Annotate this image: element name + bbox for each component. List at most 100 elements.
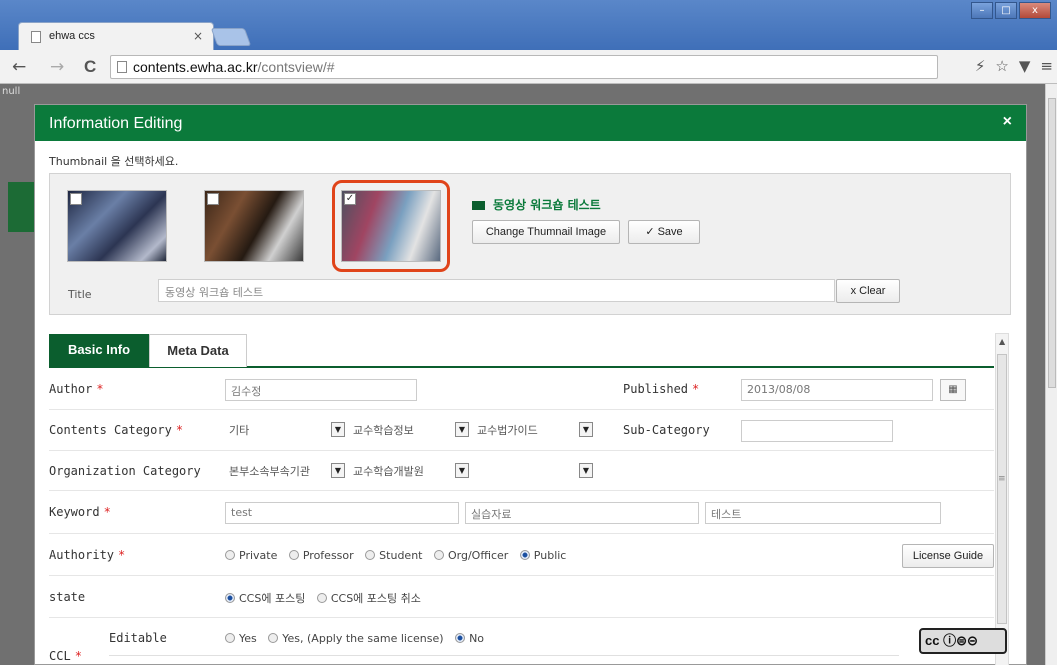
keyword-input-2[interactable]: 실습자료 [465, 502, 699, 524]
tab-close-icon[interactable]: × [193, 29, 203, 43]
calendar-icon[interactable]: ▦ [940, 379, 966, 401]
dialog-header: Information Editing × [35, 105, 1026, 141]
keyword-row: Keyword * test 실습자료 테스트 [49, 491, 994, 534]
thumbnail-2[interactable] [204, 190, 304, 262]
page-scroll-thumb[interactable] [1048, 98, 1056, 388]
contents-category-row: Contents Category * 기타 ▼ 교수학습정보 ▼ 교수법가이드 ▼ S… [49, 410, 994, 451]
scroll-up-icon[interactable]: ▲ [999, 337, 1005, 346]
clear-label: Clear [859, 285, 886, 297]
background-panel [8, 182, 36, 232]
save-label: Save [657, 226, 683, 238]
tab-title: ehwa ccs [49, 30, 95, 42]
back-icon[interactable]: ← [12, 57, 26, 77]
chevron-down-icon: ▼ [579, 463, 593, 478]
thumbnail-checkbox[interactable] [207, 193, 219, 205]
save-button[interactable]: ✓ Save [628, 220, 700, 244]
new-tab-button[interactable] [210, 28, 252, 46]
radio-student[interactable]: Student [365, 549, 422, 562]
form-scrollbar[interactable]: ▲ ≡ [995, 333, 1009, 665]
url-input[interactable]: contents.ewha.ac.kr/contsview/# [110, 55, 938, 79]
thumbnail-checkbox[interactable] [70, 193, 82, 205]
state-label: state [49, 590, 86, 604]
published-date-input[interactable]: 2013/08/08 [741, 379, 933, 401]
contents-category-select-1[interactable]: 기타 ▼ [225, 420, 345, 440]
url-text: contents.ewha.ac.kr/contsview/# [133, 59, 335, 75]
extension-icon[interactable]: ⚡ [975, 57, 986, 75]
change-thumbnail-button[interactable]: Change Thumnail Image [472, 220, 620, 244]
ccl-label: CCL * [49, 649, 82, 663]
keyword-input-1[interactable]: test [225, 502, 459, 524]
sub-category-label: Sub-Category [623, 423, 710, 437]
authority-radio-group: Private Professor Student Org/Officer Pu… [225, 549, 574, 562]
browser-toolbar: ⚡ ☆ ▼ ≡ [975, 57, 1053, 75]
browser-title-bar: ehwa ccs × – □ x [0, 0, 1057, 50]
radio-no[interactable]: No [455, 632, 484, 645]
close-icon[interactable]: × [1003, 113, 1012, 131]
organization-category-row: Organization Category 본부소속부속기관 ▼ 교수학습개발원 ▼… [49, 451, 994, 491]
window-controls: – □ x [969, 2, 1051, 19]
chevron-down-icon: ▼ [579, 422, 593, 437]
video-title: 동영상 워크숍 테스트 [472, 196, 601, 213]
radio-public[interactable]: Public [519, 549, 566, 562]
thumbnail-1[interactable] [67, 190, 167, 262]
chevron-down-icon: ▼ [331, 422, 345, 437]
ccl-divider [109, 655, 899, 656]
editable-label: Editable [109, 631, 167, 645]
dialog-title: Information Editing [49, 115, 183, 132]
keyword-input-3[interactable]: 테스트 [705, 502, 941, 524]
authority-row: Authority * Private Professor Student Org… [49, 534, 994, 576]
url-path: /contsview/# [257, 59, 335, 75]
radio-org-officer[interactable]: Org/Officer [433, 549, 508, 562]
tab-meta-data[interactable]: Meta Data [149, 334, 247, 367]
contents-category-select-2[interactable]: 교수학습정보 ▼ [349, 420, 469, 440]
video-title-text: 동영상 워크숍 테스트 [493, 198, 601, 212]
org-category-select-3[interactable]: ▼ [473, 461, 593, 481]
radio-ccs-posting-cancel[interactable]: CCS에 포스팅 취소 [316, 592, 421, 605]
menu-icon[interactable]: ≡ [1040, 57, 1053, 75]
page-scrollbar[interactable] [1045, 84, 1057, 665]
radio-yes-same-license[interactable]: Yes, (Apply the same license) [268, 632, 444, 645]
state-row: state CCS에 포스팅 CCS에 포스팅 취소 [49, 576, 994, 618]
information-editing-dialog: Information Editing × Thumbnail 을 선택하세요.… [34, 104, 1027, 665]
contents-category-label: Contents Category * [49, 423, 184, 437]
window-close-button[interactable]: x [1019, 2, 1051, 19]
contents-category-select-3[interactable]: 교수법가이드 ▼ [473, 420, 593, 440]
page-icon [31, 31, 41, 43]
pocket-icon[interactable]: ▼ [1019, 57, 1031, 75]
forward-icon[interactable]: → [50, 57, 64, 77]
sub-category-input[interactable] [741, 420, 893, 442]
folder-icon [472, 201, 485, 210]
bookmark-star-icon[interactable]: ☆ [995, 57, 1008, 75]
page-icon [117, 61, 127, 73]
thumbnail-checkbox[interactable]: ✓ [344, 193, 356, 205]
clear-button[interactable]: x Clear [836, 279, 900, 303]
chevron-down-icon: ▼ [331, 463, 345, 478]
cc-license-icon: cc ⓘ⊜⊝ [919, 628, 1007, 654]
author-input[interactable]: 김수정 [225, 379, 417, 401]
published-label: Published * [623, 382, 700, 396]
radio-private[interactable]: Private [225, 549, 277, 562]
tab-basic-info[interactable]: Basic Info [49, 334, 149, 367]
org-category-select-2[interactable]: 교수학습개발원 ▼ [349, 461, 469, 481]
ccl-row: CCL * Editable Yes Yes, (Apply the same l… [49, 618, 1007, 665]
author-label: Author * [49, 382, 104, 396]
reload-icon[interactable]: C [84, 57, 96, 77]
form-scroll-thumb[interactable] [997, 354, 1007, 624]
organization-category-label: Organization Category [49, 464, 201, 478]
license-guide-button[interactable]: License Guide [902, 544, 994, 568]
radio-ccs-posting[interactable]: CCS에 포스팅 [225, 592, 305, 605]
chevron-down-icon: ▼ [455, 463, 469, 478]
title-input[interactable]: 동영상 워크숍 테스트 [158, 279, 835, 302]
chevron-down-icon: ▼ [455, 422, 469, 437]
browser-tab[interactable]: ehwa ccs × [18, 22, 214, 50]
keyword-label: Keyword * [49, 505, 111, 519]
maximize-button[interactable]: □ [995, 2, 1017, 19]
tab-bar: Basic Info Meta Data [49, 332, 994, 368]
radio-yes[interactable]: Yes [225, 632, 257, 645]
radio-professor[interactable]: Professor [288, 549, 354, 562]
check-icon: ✓ [645, 226, 655, 238]
thumbnail-3[interactable]: ✓ [341, 190, 441, 262]
org-category-select-1[interactable]: 본부소속부속기관 ▼ [225, 461, 345, 481]
minimize-button[interactable]: – [971, 2, 993, 19]
address-bar-row: ← → C contents.ewha.ac.kr/contsview/# ⚡ … [0, 50, 1057, 84]
